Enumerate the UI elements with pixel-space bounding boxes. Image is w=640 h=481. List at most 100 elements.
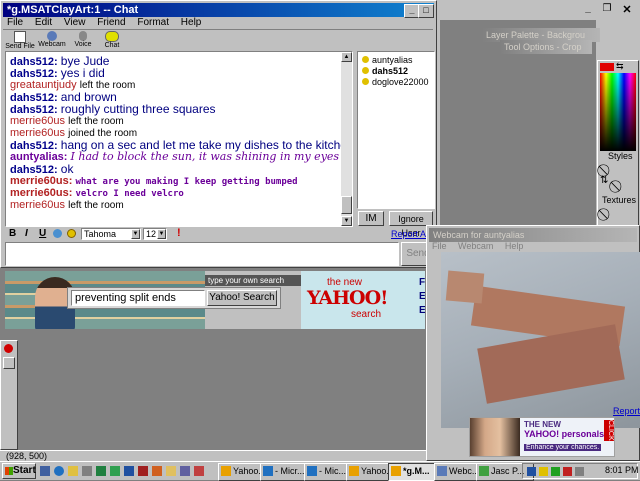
paint-min-icon[interactable]: _ [581, 3, 595, 15]
bold-button[interactable]: B [9, 228, 16, 239]
ignore-user-button[interactable]: Ignore User [389, 211, 433, 238]
tool-options-title[interactable]: Tool Options - Crop [500, 40, 592, 54]
paint-close-icon[interactable]: ✕ [620, 3, 634, 16]
quicklaunch-app3-icon[interactable] [194, 466, 204, 476]
menu-friend[interactable]: Friend [97, 17, 125, 28]
quicklaunch-excel2-icon[interactable] [110, 466, 120, 476]
tray-icon-4[interactable] [563, 467, 572, 476]
quicklaunch-excel-icon[interactable] [96, 466, 106, 476]
menu-file[interactable]: File [7, 17, 23, 28]
nick: merrie60us [10, 127, 66, 139]
size-select[interactable]: 12 ▼ [143, 228, 167, 240]
quicklaunch-desktop-icon[interactable] [40, 466, 50, 476]
task-label: *g.M... [403, 466, 430, 476]
quicklaunch-app-icon[interactable] [82, 466, 92, 476]
chat-line: merrie60us: velcro I need velcro [10, 187, 352, 199]
chat-line: dahs512: yes i did [10, 66, 352, 80]
message-input[interactable] [5, 242, 399, 266]
quicklaunch-word-icon[interactable] [124, 466, 134, 476]
task-icon [391, 466, 401, 476]
user-name: dahs512 [372, 66, 409, 76]
ad-banner[interactable]: type your own search preventing split en… [4, 270, 426, 330]
tray-icon-1[interactable] [527, 467, 536, 476]
message-text: what are you making I keep getting bumpe… [75, 177, 298, 187]
webcam-menubar: File Webcam Help [432, 241, 532, 251]
styles-label: Styles [608, 151, 633, 161]
quicklaunch-ie-icon[interactable] [54, 466, 64, 476]
alert-icon[interactable]: ! [177, 227, 181, 239]
nick: merrie60us: [10, 175, 73, 187]
quicklaunch-outlook-icon[interactable] [68, 466, 78, 476]
maximize-button[interactable]: □ [418, 4, 434, 18]
color-picker[interactable] [600, 73, 636, 151]
user-list-item[interactable]: auntyalias [362, 55, 434, 66]
scroll-up-button[interactable]: ▲ [341, 52, 352, 62]
menu-format[interactable]: Format [137, 17, 169, 28]
paint-restore-icon[interactable]: ❐ [600, 3, 614, 15]
underline-button[interactable]: U [39, 228, 46, 239]
font-select[interactable]: Tahoma ▼ [81, 228, 141, 240]
send-file-icon [14, 31, 26, 43]
tray-icon-3[interactable] [551, 467, 560, 476]
system-tray: 8:01 PM [522, 463, 639, 479]
webcam-menu-file[interactable]: File [432, 241, 447, 251]
arrow-icon: ⇆ [616, 61, 624, 71]
menu-edit[interactable]: Edit [35, 17, 52, 28]
status-coords: (928, 500) [6, 451, 48, 461]
personals-brand: YAHOO! personals [524, 429, 605, 439]
ad-search-input[interactable]: preventing split ends [71, 290, 205, 306]
message-scrollbar[interactable]: ▲ ▼ [341, 52, 352, 226]
format-bar: B I U Tahoma ▼ 12 ▼ ! Report Abu [3, 227, 436, 241]
voice-button[interactable]: Voice [69, 30, 97, 52]
tray-icon-2[interactable] [539, 467, 548, 476]
user-name: doglove22000 [372, 77, 429, 87]
italic-button[interactable]: I [25, 228, 28, 239]
user-smiley-icon [362, 56, 369, 63]
tool-button[interactable] [3, 357, 15, 369]
webcam-menu-help[interactable]: Help [505, 241, 524, 251]
message-text: yes i did [60, 66, 105, 80]
ad-side-letter-1: F [419, 277, 426, 288]
styles-swap-icon[interactable]: ⇅ [600, 175, 608, 186]
webcam-report-abuse-link[interactable]: Report Al [613, 406, 640, 416]
webcam-menu-webcam[interactable]: Webcam [458, 241, 493, 251]
start-button[interactable]: Start [2, 463, 36, 479]
clay-piece-3 [445, 270, 485, 304]
ad-search-button[interactable]: Yahoo! Search [207, 290, 277, 306]
user-list-item[interactable]: doglove22000 [362, 77, 434, 88]
chat-button[interactable]: Chat [99, 30, 125, 52]
message-text: velcro I need velcro [75, 189, 184, 199]
task-label: - Mic... [319, 466, 346, 476]
task-icon [307, 466, 317, 476]
task-label: - Micr... [275, 466, 305, 476]
color-wheel-icon[interactable] [53, 229, 62, 238]
quicklaunch-app2-icon[interactable] [180, 466, 190, 476]
emoticon-icon[interactable] [67, 229, 76, 238]
color-palette[interactable]: ⇆ Styles ⃠ ⇅ ⃠ Textures ⃠ [597, 60, 639, 232]
tray-icon-5[interactable] [575, 467, 584, 476]
clay-piece-2 [477, 324, 625, 404]
chevron-down-icon[interactable]: ▼ [157, 229, 166, 239]
quicklaunch-access-icon[interactable] [138, 466, 148, 476]
tray-clock[interactable]: 8:01 PM [605, 465, 639, 475]
scroll-thumb[interactable] [341, 196, 352, 214]
scroll-down-button[interactable]: ▼ [341, 216, 352, 226]
webcam-label: Webcam [38, 41, 66, 48]
user-smiley-icon [362, 67, 369, 74]
message-area[interactable]: dahs512: bye Jude dahs512: yes i did gre… [5, 51, 353, 227]
personals-ad[interactable]: THE NEW YAHOO! personals Enhance your ch… [469, 417, 615, 457]
personals-click[interactable]: CLICK [604, 420, 614, 441]
chevron-down-icon[interactable]: ▼ [131, 229, 140, 239]
menu-view[interactable]: View [64, 17, 86, 28]
im-button[interactable]: IM [358, 211, 384, 226]
quicklaunch-folder-icon[interactable] [166, 466, 176, 476]
user-list[interactable]: auntyalias dahs512 doglove22000 [357, 51, 435, 209]
menu-help[interactable]: Help [181, 17, 202, 28]
task-icon [349, 466, 359, 476]
webcam-button[interactable]: Webcam [37, 30, 67, 52]
ad-search-tag: type your own search [205, 275, 301, 286]
send-file-button[interactable]: Send File [5, 30, 35, 52]
user-list-item[interactable]: dahs512 [362, 66, 434, 77]
foreground-color-swatch[interactable] [600, 63, 614, 71]
quicklaunch-ppt-icon[interactable] [152, 466, 162, 476]
